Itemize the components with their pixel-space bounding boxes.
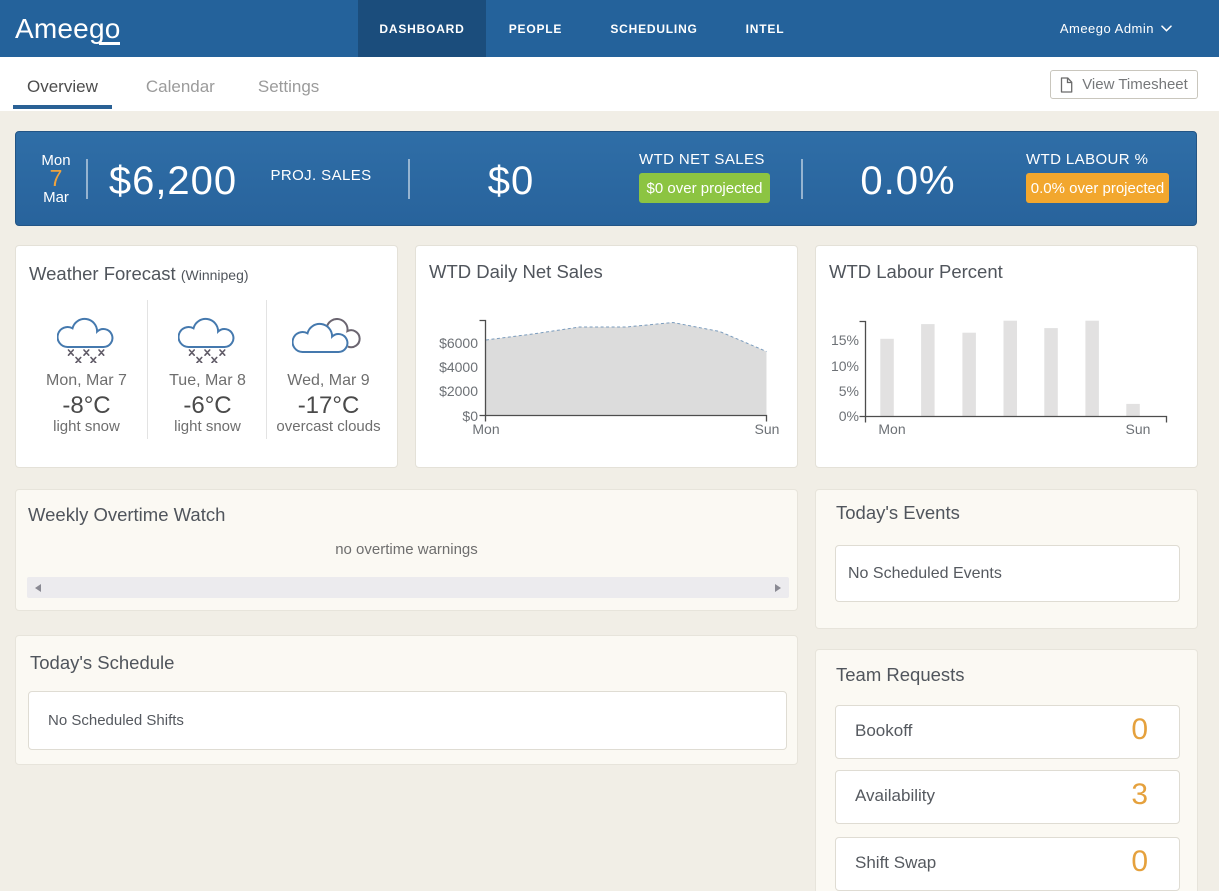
svg-text:Mon: Mon (472, 421, 499, 437)
svg-text:$4000: $4000 (439, 359, 478, 375)
svg-text:$2000: $2000 (439, 383, 478, 399)
svg-text:$6000: $6000 (439, 335, 478, 351)
svg-text:Mon: Mon (878, 421, 905, 437)
svg-text:Sun: Sun (1126, 421, 1151, 437)
svg-text:5%: 5% (839, 383, 859, 399)
svg-text:15%: 15% (831, 332, 859, 348)
svg-text:Sun: Sun (755, 421, 780, 437)
svg-text:10%: 10% (831, 358, 859, 374)
svg-text:0%: 0% (839, 408, 859, 424)
